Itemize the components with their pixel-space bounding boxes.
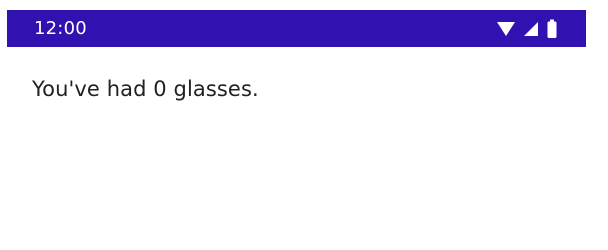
cellular-signal-icon (522, 20, 540, 38)
glasses-count-text: You've had 0 glasses. (32, 77, 259, 101)
status-time: 12:00 (34, 18, 87, 39)
battery-icon (546, 19, 558, 39)
status-bar: 12:00 (7, 10, 586, 47)
wifi-icon (496, 20, 516, 38)
status-icons (496, 19, 558, 39)
